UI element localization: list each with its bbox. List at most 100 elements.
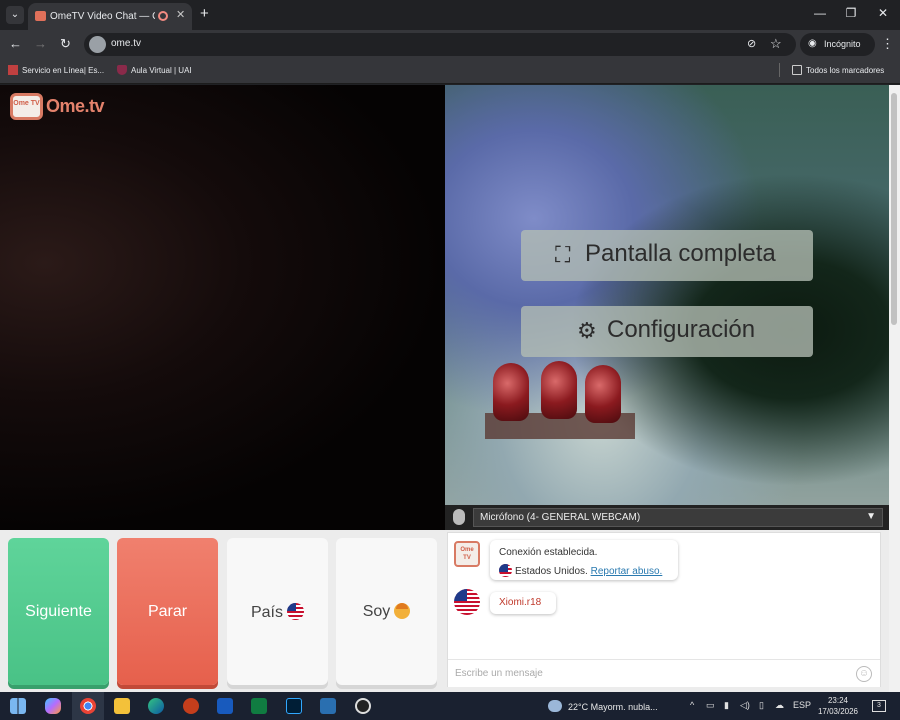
recording-icon bbox=[158, 11, 168, 21]
us-flag-icon bbox=[454, 589, 480, 615]
partner-message: Xiomi.r18 bbox=[490, 592, 556, 614]
all-bookmarks-label: Todos los marcadores bbox=[806, 66, 885, 75]
fullscreen-label: Pantalla completa bbox=[585, 240, 776, 267]
address-bar[interactable]: ome.tv ⊘ ☆ bbox=[84, 33, 796, 56]
bookmark-aula-virtual[interactable]: Aula Virtual | UAI bbox=[117, 65, 192, 75]
chat-panel: Ome TV Conexión establecida. Estados Uni… bbox=[445, 530, 889, 692]
language-indicator[interactable]: ESP bbox=[793, 700, 811, 710]
microphone-select[interactable]: Micrófono (4- GENERAL WEBCAM) ▼ bbox=[473, 508, 883, 527]
usb-icon[interactable]: ▯ bbox=[759, 700, 764, 711]
chat-controls: Siguiente Parar País Soy bbox=[0, 530, 445, 692]
windows-start-icon[interactable] bbox=[10, 698, 26, 714]
us-flag-icon bbox=[499, 564, 512, 577]
close-window-button[interactable]: ✕ bbox=[873, 6, 893, 20]
incognito-icon: ◉ bbox=[808, 38, 817, 49]
report-abuse-link[interactable]: Reportar abuso. bbox=[591, 566, 663, 577]
fullscreen-icon: ⛶ bbox=[555, 242, 571, 267]
tab-ometv[interactable]: OmeTV Video Chat — Ome ✕ bbox=[28, 3, 192, 30]
bookmark-star-icon[interactable]: ☆ bbox=[770, 36, 782, 52]
bookmark-favicon-icon bbox=[8, 65, 18, 75]
stop-label: Parar bbox=[147, 603, 188, 620]
ometv-page: Ome TV Ome.tv ⛶ Pantalla completa ⚙ Conf… bbox=[0, 85, 889, 692]
url-text[interactable]: ome.tv bbox=[111, 38, 141, 49]
onedrive-icon[interactable]: ☁ bbox=[775, 700, 784, 711]
microphone-tray-icon[interactable]: ▮ bbox=[724, 700, 729, 711]
local-webcam-video: ⛶ Pantalla completa ⚙ Configuración bbox=[445, 85, 889, 530]
obs-icon[interactable] bbox=[355, 698, 371, 714]
remote-video: Ome TV Ome.tv bbox=[0, 85, 445, 530]
forward-icon[interactable]: → bbox=[34, 36, 47, 51]
menu-icon[interactable]: ⋮ bbox=[881, 36, 894, 52]
system-message: Conexión establecida. Estados Unidos. Re… bbox=[490, 540, 678, 580]
copilot-icon[interactable] bbox=[45, 698, 61, 714]
gender-button[interactable]: Soy bbox=[336, 538, 437, 685]
chevron-down-icon: ▼ bbox=[866, 511, 876, 522]
microphone-bar: Micrófono (4- GENERAL WEBCAM) ▼ bbox=[445, 505, 889, 530]
gender-label: Soy bbox=[362, 603, 391, 620]
tab-search-button[interactable]: ⌄ bbox=[6, 6, 24, 24]
stop-button[interactable]: Parar bbox=[117, 538, 218, 685]
gender-label-wrap: Soy bbox=[336, 603, 437, 621]
photoshop-icon[interactable] bbox=[286, 698, 302, 714]
notification-icon[interactable]: 3 bbox=[872, 700, 886, 712]
ometv-avatar-icon: Ome TV bbox=[454, 541, 480, 567]
reload-icon[interactable]: ↻ bbox=[60, 36, 71, 52]
incognito-label: Incógnito bbox=[824, 39, 861, 49]
video-vase bbox=[585, 365, 621, 423]
all-bookmarks-button[interactable]: Todos los marcadores bbox=[792, 65, 884, 75]
incognito-indicator[interactable]: ◉ Incógnito bbox=[800, 33, 875, 56]
powerpoint-icon[interactable] bbox=[183, 698, 199, 714]
network-icon[interactable]: ▭ bbox=[706, 700, 715, 711]
video-vase bbox=[541, 361, 577, 419]
shield-icon bbox=[117, 65, 127, 75]
fullscreen-button[interactable]: ⛶ Pantalla completa bbox=[521, 230, 813, 281]
video-vase bbox=[493, 363, 529, 421]
back-icon[interactable]: ← bbox=[9, 36, 22, 51]
country-label: País bbox=[250, 604, 283, 621]
settings-button[interactable]: ⚙ Configuración bbox=[521, 306, 813, 357]
eye-off-icon[interactable]: ⊘ bbox=[747, 37, 756, 50]
chrome-icon[interactable] bbox=[80, 698, 96, 714]
partner-avatar bbox=[454, 589, 480, 615]
logo-badge: Ome TV bbox=[10, 93, 43, 120]
tab-close-icon[interactable]: ✕ bbox=[176, 8, 185, 21]
message-input[interactable]: Escribe un mensaje ☺ bbox=[448, 659, 880, 687]
maximize-button[interactable]: ❐ bbox=[841, 6, 861, 20]
clock-date: 17/03/2026 bbox=[817, 707, 859, 716]
page-scrollbar[interactable] bbox=[889, 85, 900, 692]
cloud-sun-icon bbox=[548, 700, 562, 712]
site-info-icon[interactable] bbox=[89, 36, 106, 53]
file-explorer-icon[interactable] bbox=[114, 698, 130, 714]
emoji-icon[interactable]: ☺ bbox=[856, 666, 872, 682]
boy-emoji-icon bbox=[394, 603, 411, 619]
partner-country: Estados Unidos. bbox=[515, 566, 588, 577]
country-button[interactable]: País bbox=[227, 538, 328, 685]
clock[interactable]: 23:24 17/03/2026 bbox=[812, 695, 864, 717]
bookmark-label: Servicio en Línea| Es... bbox=[22, 66, 105, 75]
ometv-logo[interactable]: Ome TV Ome.tv bbox=[10, 93, 110, 121]
word-icon[interactable] bbox=[217, 698, 233, 714]
bookmarks-divider bbox=[779, 63, 780, 77]
volume-icon[interactable]: ◁) bbox=[740, 700, 750, 711]
message-placeholder: Escribe un mensaje bbox=[455, 668, 543, 679]
edge-icon[interactable] bbox=[148, 698, 164, 714]
clock-time: 23:24 bbox=[827, 696, 849, 705]
chevron-up-icon[interactable]: ^ bbox=[690, 700, 694, 710]
microphone-icon bbox=[453, 509, 465, 525]
minimize-button[interactable]: — bbox=[810, 6, 830, 20]
windows-taskbar: 22°C Mayorm. nubla... ^ ▭ ▮ ◁) ▯ ☁ ESP 2… bbox=[0, 692, 900, 720]
logo-text: Ome.tv bbox=[46, 96, 105, 116]
chat-messages: Ome TV Conexión establecida. Estados Uni… bbox=[447, 532, 881, 687]
store-icon[interactable] bbox=[320, 698, 336, 714]
next-button[interactable]: Siguiente bbox=[8, 538, 109, 685]
system-line2: Estados Unidos. Reportar abuso. bbox=[499, 564, 662, 577]
weather-widget[interactable]: 22°C Mayorm. nubla... bbox=[548, 700, 658, 712]
excel-icon[interactable] bbox=[251, 698, 267, 714]
connection-status: Conexión establecida. bbox=[499, 547, 598, 558]
bookmark-label: Aula Virtual | UAI bbox=[131, 66, 192, 75]
partner-message-text: Xiomi.r18 bbox=[499, 597, 542, 608]
scrollbar-thumb[interactable] bbox=[891, 93, 897, 325]
bookmark-servicio[interactable]: Servicio en Línea| Es... bbox=[8, 65, 104, 75]
new-tab-button[interactable]: + bbox=[200, 5, 209, 22]
folder-icon bbox=[792, 65, 802, 75]
